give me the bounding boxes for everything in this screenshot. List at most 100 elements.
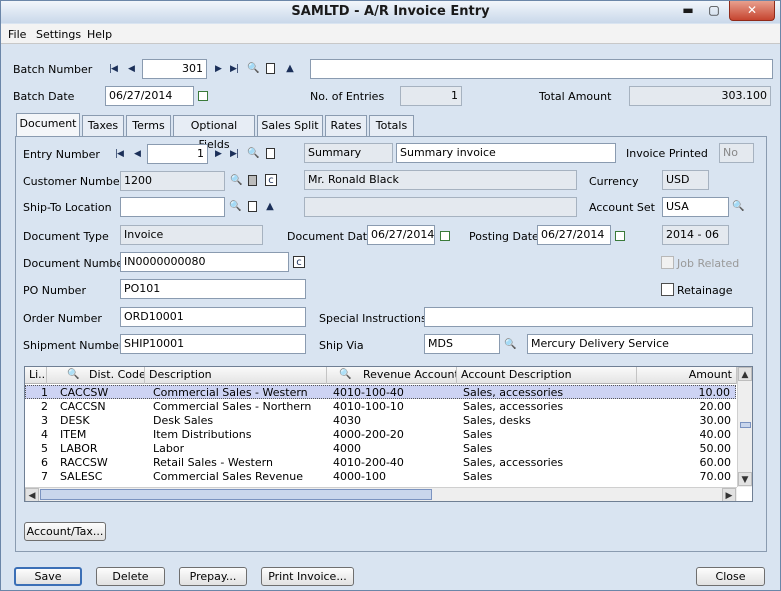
scroll-down-icon[interactable]: ▼	[738, 472, 752, 486]
entry-number-input[interactable]: 1	[147, 144, 208, 164]
table-row[interactable]: 2 CACCSN Commercial Sales - Northern 401…	[25, 400, 736, 414]
cell-revenue-account: 4010-100-10	[333, 400, 404, 413]
total-amount-value: 303.100	[629, 86, 771, 106]
batch-date-input[interactable]: 06/27/2014	[105, 86, 194, 106]
ship-to-location-input[interactable]	[120, 197, 225, 217]
ship-to-zoom-icon[interactable]: ▲	[264, 201, 276, 213]
document-date-calendar-icon[interactable]	[440, 231, 450, 241]
account-set-finder-icon[interactable]: 🔍	[732, 201, 744, 213]
new-customer-icon[interactable]	[248, 175, 257, 186]
entry-description-input[interactable]: Summary invoice	[396, 143, 616, 163]
minimize-button[interactable]: ▬	[677, 1, 699, 21]
cell-amount: 30.00	[699, 414, 732, 427]
col-header-amount[interactable]: Amount	[637, 367, 737, 384]
close-window-button[interactable]: ✕	[729, 1, 775, 21]
tab-terms[interactable]: Terms	[126, 115, 171, 136]
previous-batch-icon[interactable]: ◀	[125, 63, 137, 75]
horizontal-scroll-thumb[interactable]	[40, 489, 432, 500]
batch-description-input[interactable]	[310, 59, 773, 79]
job-related-checkbox[interactable]	[661, 256, 674, 269]
last-batch-icon[interactable]: ▶|	[228, 63, 240, 75]
cell-revenue-account: 4010-100-40	[333, 386, 404, 399]
entry-finder-icon[interactable]: 🔍	[247, 148, 259, 160]
last-entry-icon[interactable]: ▶|	[228, 148, 240, 160]
col-header-line[interactable]: Li...	[25, 367, 47, 384]
document-type-select[interactable]: Invoice	[120, 225, 263, 245]
new-entry-icon[interactable]	[266, 148, 275, 159]
order-number-label: Order Number	[23, 312, 102, 325]
customer-number-input[interactable]: 1200	[120, 171, 225, 191]
cell-revenue-account: 4000-200-20	[333, 428, 404, 441]
next-batch-icon[interactable]: ▶	[212, 63, 224, 75]
posting-date-input[interactable]: 06/27/2014	[537, 225, 611, 245]
ship-via-description-input[interactable]: Mercury Delivery Service	[527, 334, 753, 354]
ship-via-finder-icon[interactable]: 🔍	[504, 339, 516, 351]
retainage-label: Retainage	[677, 284, 733, 297]
scroll-left-icon[interactable]: ◀	[25, 488, 39, 501]
retainage-checkbox[interactable]	[661, 283, 674, 296]
revenue-account-finder-icon[interactable]: 🔍	[339, 367, 351, 383]
first-batch-icon[interactable]: |◀	[107, 63, 119, 75]
tab-document[interactable]: Document	[16, 113, 80, 136]
table-row[interactable]: 1 CACCSW Commercial Sales - Western 4010…	[25, 385, 736, 399]
posting-date-calendar-icon[interactable]	[615, 231, 625, 241]
cell-description: Commercial Sales Revenue	[153, 470, 303, 483]
new-ship-to-icon[interactable]	[248, 201, 257, 212]
invoice-detail-grid[interactable]: Li... 🔍 Dist. Code Description 🔍 Revenue…	[24, 366, 753, 502]
prepay-button[interactable]: Prepay...	[179, 567, 247, 586]
close-button[interactable]: Close	[696, 567, 765, 586]
next-entry-icon[interactable]: ▶	[212, 148, 224, 160]
table-row[interactable]: 5 LABOR Labor 4000 Sales 50.00	[25, 442, 736, 456]
batch-zoom-icon[interactable]: ▲	[284, 63, 296, 75]
customer-zoom-icon[interactable]: c	[265, 174, 277, 186]
special-instructions-input[interactable]	[424, 307, 753, 327]
delete-button[interactable]: Delete	[96, 567, 165, 586]
document-zoom-icon[interactable]: c	[293, 256, 305, 268]
grid-horizontal-scrollbar[interactable]: ◀ ▶	[25, 487, 737, 501]
col-header-dist-code[interactable]: 🔍 Dist. Code	[47, 367, 145, 384]
cell-line: 4	[41, 428, 48, 441]
cell-account-description: Sales	[463, 442, 493, 455]
po-number-input[interactable]: PO101	[120, 279, 306, 299]
col-header-description[interactable]: Description	[145, 367, 327, 384]
maximize-button[interactable]: ▢	[703, 1, 725, 21]
ship-to-location-label: Ship-To Location	[23, 201, 112, 214]
scroll-right-icon[interactable]: ▶	[722, 488, 736, 501]
col-header-revenue-account[interactable]: 🔍 Revenue Account	[327, 367, 457, 384]
previous-entry-icon[interactable]: ◀	[131, 148, 143, 160]
first-entry-icon[interactable]: |◀	[113, 148, 125, 160]
menu-settings[interactable]: Settings	[36, 28, 81, 41]
menu-file[interactable]: File	[8, 28, 26, 41]
menu-help[interactable]: Help	[87, 28, 112, 41]
table-row[interactable]: 7 SALESC Commercial Sales Revenue 4000-1…	[25, 470, 736, 484]
save-button[interactable]: Save	[14, 567, 82, 586]
tab-rates[interactable]: Rates	[325, 115, 367, 136]
tab-totals[interactable]: Totals	[369, 115, 414, 136]
document-number-input[interactable]: IN0000000080	[120, 252, 289, 272]
batch-finder-icon[interactable]: 🔍	[247, 63, 259, 75]
shipment-number-input[interactable]: SHIP10001	[120, 334, 306, 354]
cell-description: Retail Sales - Western	[153, 456, 273, 469]
print-invoice-button[interactable]: Print Invoice...	[261, 567, 354, 586]
col-header-account-description[interactable]: Account Description	[457, 367, 637, 384]
tab-sales-split[interactable]: Sales Split	[257, 115, 323, 136]
account-tax-button[interactable]: Account/Tax...	[24, 522, 106, 541]
new-batch-icon[interactable]	[266, 63, 275, 74]
table-row[interactable]: 4 ITEM Item Distributions 4000-200-20 Sa…	[25, 428, 736, 442]
table-row[interactable]: 6 RACCSW Retail Sales - Western 4010-200…	[25, 456, 736, 470]
batch-date-calendar-icon[interactable]	[198, 91, 208, 101]
scroll-up-icon[interactable]: ▲	[738, 367, 752, 381]
document-date-input[interactable]: 06/27/2014	[367, 225, 435, 245]
customer-finder-icon[interactable]: 🔍	[230, 175, 242, 187]
batch-number-input[interactable]: 301	[142, 59, 207, 79]
account-set-input[interactable]: USA	[662, 197, 729, 217]
dist-code-finder-icon[interactable]: 🔍	[67, 367, 79, 383]
ship-to-finder-icon[interactable]: 🔍	[229, 201, 241, 213]
grid-vertical-scrollbar[interactable]: ▲ ▼	[737, 367, 752, 487]
order-number-input[interactable]: ORD10001	[120, 307, 306, 327]
table-row[interactable]: 3 DESK Desk Sales 4030 Sales, desks 30.0…	[25, 414, 736, 428]
tab-taxes[interactable]: Taxes	[82, 115, 124, 136]
ship-via-input[interactable]: MDS	[424, 334, 500, 354]
tab-optional-fields[interactable]: Optional Fields	[173, 115, 255, 151]
vertical-scroll-thumb[interactable]	[740, 422, 751, 428]
